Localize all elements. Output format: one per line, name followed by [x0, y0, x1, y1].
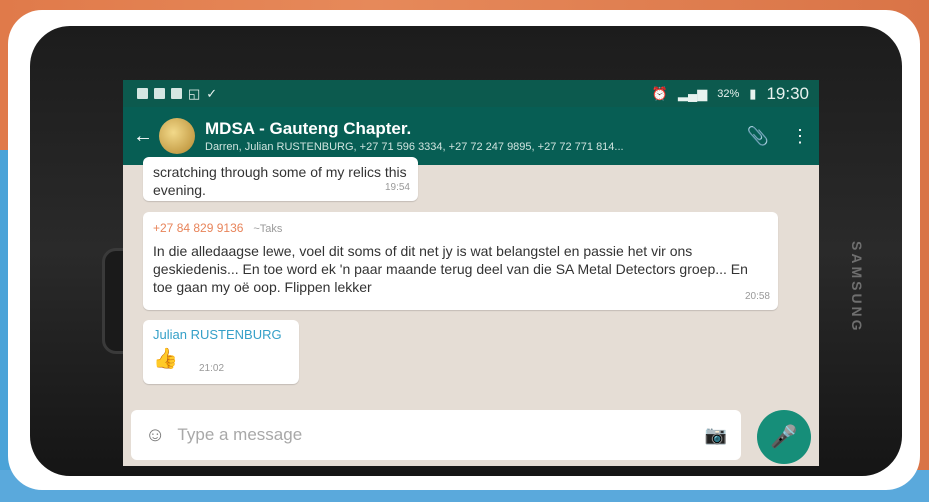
arrow-left-icon[interactable]: ← — [133, 125, 153, 148]
message-text: In die alledaagse lewe, voel dit soms of… — [153, 243, 748, 295]
group-title: MDSA - Gauteng Chapter. — [205, 119, 412, 138]
message-bubble[interactable]: +27 84 829 9136 ~Taks In die alledaagse … — [143, 212, 778, 310]
sender-alias: ~Taks — [253, 223, 283, 235]
microphone-icon: 🎤 — [770, 424, 798, 449]
microphone-button[interactable]: 🎤 — [757, 410, 811, 464]
message-time: 19:54 — [384, 182, 410, 193]
facebook-notification-icon — [137, 88, 148, 99]
more-vertical-icon[interactable]: ⋮ — [791, 126, 809, 147]
message-text: scratching through some of my relics thi… — [153, 164, 407, 198]
check-icon: ✓ — [206, 85, 218, 101]
message-bubble[interactable]: scratching through some of my relics thi… — [143, 157, 418, 201]
facebook-notification-icon — [154, 88, 165, 99]
message-input[interactable]: ☺ Type a message 📷 — [131, 410, 741, 460]
chat-title-area[interactable]: MDSA - Gauteng Chapter. Darren, Julian R… — [205, 119, 735, 153]
emoji-icon[interactable]: ☺ — [145, 424, 165, 447]
message-time: 21:02 — [199, 363, 225, 374]
thumbs-up-emoji: 👍 — [153, 348, 178, 370]
device-brand: SAMSUNG — [849, 241, 865, 334]
battery-percent: 32% — [717, 87, 740, 100]
sender-name[interactable]: Julian RUSTENBURG — [153, 326, 289, 344]
battery-icon: ▮ — [749, 85, 757, 101]
alarm-icon: ⏰ — [651, 85, 669, 101]
whatsapp-notification-icon: ◱ — [188, 85, 201, 101]
status-bar: ◱ ✓ ⏰ ▂▄▆ 32% ▮ 19:30 — [123, 80, 819, 107]
input-placeholder: Type a message — [177, 425, 303, 444]
signal-icon: ▂▄▆ — [678, 85, 708, 101]
message-bubble[interactable]: Julian RUSTENBURG 👍 21:02 — [143, 320, 299, 384]
compose-bar: ☺ Type a message 📷 🎤 — [123, 410, 819, 466]
group-members: Darren, Julian RUSTENBURG, +27 71 596 33… — [205, 141, 624, 153]
group-avatar[interactable] — [159, 118, 195, 154]
message-time: 20:58 — [744, 291, 770, 302]
camera-icon[interactable]: 📷 — [705, 425, 727, 446]
paperclip-icon[interactable]: 📎 — [747, 126, 769, 147]
facebook-notification-icon — [171, 88, 182, 99]
sender-phone[interactable]: +27 84 829 9136 — [153, 221, 243, 235]
phone-screen: ◱ ✓ ⏰ ▂▄▆ 32% ▮ 19:30 ← MDSA - Gauteng C… — [123, 80, 819, 466]
status-time: 19:30 — [766, 83, 809, 103]
message-list[interactable]: scratching through some of my relics thi… — [123, 157, 819, 409]
